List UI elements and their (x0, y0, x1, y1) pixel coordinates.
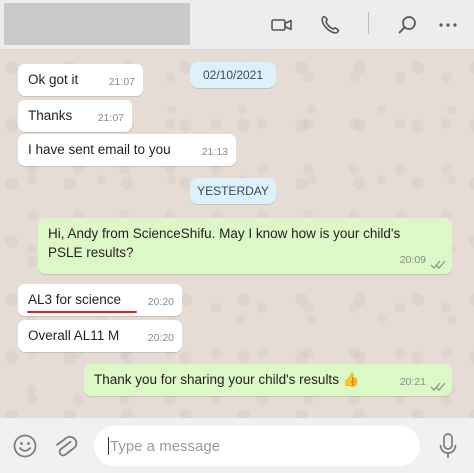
chat-header (0, 0, 474, 50)
message-time: 20:21 (399, 376, 426, 388)
message-time: 21:07 (97, 112, 124, 124)
voice-call-icon[interactable] (318, 13, 342, 37)
read-ticks-icon (430, 260, 446, 269)
message-input-box[interactable] (94, 426, 420, 466)
message-bubble-outgoing[interactable]: Thank you for sharing your child's resul… (84, 364, 452, 396)
message-bubble-incoming[interactable]: Thanks 21:07 (18, 100, 132, 132)
message-bubble-incoming[interactable]: Overall AL11 M 20:20 (18, 320, 182, 352)
contact-name-redacted[interactable] (4, 3, 190, 45)
message-time: 20:20 (147, 296, 174, 308)
message-text: Ok got it (28, 72, 79, 87)
annotation-underline (27, 311, 137, 313)
message-list[interactable]: Ok got it 21:07 02/10/2021 Thanks 21:07 … (0, 50, 474, 418)
search-icon[interactable] (396, 13, 420, 37)
message-input[interactable] (110, 426, 410, 466)
message-text: AL3 for science (28, 292, 122, 307)
message-text: Overall AL11 M (28, 328, 120, 343)
message-composer (0, 418, 474, 473)
emoji-icon[interactable] (12, 433, 38, 459)
message-text: I have sent email to you (28, 142, 171, 157)
message-time: 21:13 (201, 146, 228, 158)
more-options-icon[interactable] (436, 13, 460, 37)
message-time: 21:07 (108, 76, 135, 88)
message-text: Thank you for sharing your child's resul… (94, 372, 360, 387)
text-caret (108, 437, 109, 455)
message-time: 20:20 (147, 332, 174, 344)
message-bubble-incoming[interactable]: AL3 for science 20:20 (18, 284, 182, 316)
microphone-icon[interactable] (438, 432, 458, 460)
date-label: YESTERDAY (190, 178, 276, 204)
message-bubble-incoming[interactable]: I have sent email to you 21:13 (18, 134, 236, 166)
video-call-icon[interactable] (270, 13, 294, 37)
attach-icon[interactable] (52, 432, 78, 460)
message-text: Hi, Andy from ScienceShifu. May I know h… (48, 226, 401, 260)
header-divider (368, 12, 369, 34)
message-time: 20:09 (399, 254, 426, 266)
read-ticks-icon (430, 382, 446, 391)
message-text: Thanks (28, 108, 73, 123)
date-label: 02/10/2021 (190, 62, 276, 88)
message-bubble-incoming[interactable]: Ok got it 21:07 (18, 64, 143, 96)
message-bubble-outgoing[interactable]: Hi, Andy from ScienceShifu. May I know h… (38, 218, 452, 274)
